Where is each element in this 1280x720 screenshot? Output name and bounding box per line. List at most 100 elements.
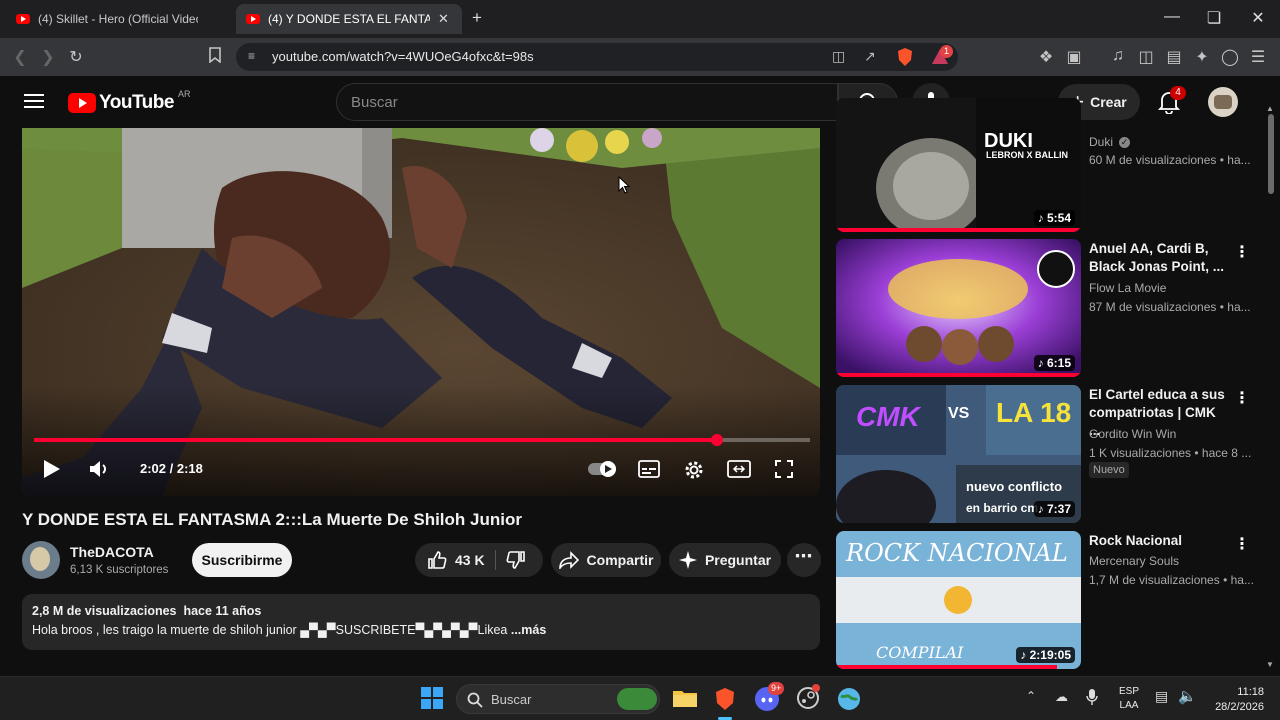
site-info-icon[interactable]: ≡: [248, 49, 255, 63]
play-icon: [44, 460, 60, 478]
scrollbar-thumb[interactable]: [1268, 114, 1274, 194]
time-display: 2:02 / 2:18: [140, 461, 203, 476]
app-globe-icon[interactable]: [836, 686, 862, 712]
back-icon[interactable]: ❮: [10, 47, 30, 67]
page-scrollbar[interactable]: ▲ ▼: [1266, 104, 1276, 674]
wallet-icon[interactable]: ▤: [1164, 47, 1184, 67]
clock[interactable]: 11:18 28/2/2026: [1208, 685, 1264, 715]
file-explorer-icon[interactable]: [672, 686, 698, 712]
microphone-tray-icon[interactable]: [1086, 688, 1098, 711]
thumbnail-vs-text: VS: [948, 405, 970, 422]
new-tab-button[interactable]: +: [472, 8, 482, 28]
like-button[interactable]: 43 K: [427, 550, 485, 570]
video-title[interactable]: Anuel AA, Cardi B, Black Jonas Point, ..…: [1089, 240, 1229, 276]
progress-scrubber[interactable]: [710, 434, 723, 446]
play-button[interactable]: [42, 458, 62, 485]
brave-rewards-icon[interactable]: 1: [930, 45, 953, 72]
channel-name[interactable]: TheDACOTA: [70, 544, 154, 560]
video-thumbnail[interactable]: CMK VS LA 18 nuevo conflicto en barrio c…: [836, 385, 1081, 523]
screenshot-icon[interactable]: ▣: [1064, 47, 1084, 67]
close-tab-icon[interactable]: ✕: [438, 11, 449, 27]
scroll-up-icon[interactable]: ▲: [1266, 104, 1274, 113]
scroll-down-icon[interactable]: ▼: [1266, 660, 1274, 669]
channel-name[interactable]: Mercenary Souls: [1089, 554, 1179, 568]
vpn-icon[interactable]: ◯: [1220, 47, 1240, 67]
show-more-link[interactable]: ...más: [511, 623, 546, 637]
brave-shields-icon[interactable]: [896, 47, 914, 72]
restore-icon[interactable]: ❏: [1194, 8, 1234, 28]
share-button[interactable]: Compartir: [551, 543, 661, 577]
more-options-icon[interactable]: ⋮: [1234, 242, 1250, 262]
account-avatar[interactable]: [1208, 87, 1238, 117]
forward-icon[interactable]: ❯: [38, 47, 58, 67]
autoplay-toggle[interactable]: [588, 460, 618, 483]
channel-name[interactable]: Gordito Win Win: [1089, 427, 1176, 441]
start-button[interactable]: [420, 686, 446, 712]
minimize-icon[interactable]: —: [1152, 8, 1192, 26]
dislike-button[interactable]: [506, 550, 526, 573]
close-window-icon[interactable]: ✕: [1238, 8, 1278, 28]
youtube-logo[interactable]: YouTube AR: [68, 89, 190, 114]
more-actions-button[interactable]: ⋯: [787, 543, 821, 577]
recommendation-item[interactable]: DUKI LEBRON X BALLIN ♪ 5:54 Duki ✓ 60 M …: [836, 98, 1256, 236]
hamburger-menu-icon[interactable]: [24, 93, 44, 114]
clock-date: 28/2/2026: [1215, 701, 1264, 713]
create-label: Crear: [1090, 94, 1127, 110]
notifications-button[interactable]: 4: [1157, 86, 1186, 119]
tab-title: (4) Skillet - Hero (Official Video) - Yo…: [38, 12, 198, 26]
address-bar[interactable]: ≡ youtube.com/watch?v=4WUOeG4ofxc&t=98s …: [236, 43, 958, 71]
brave-browser-icon[interactable]: [712, 686, 738, 720]
cast-icon[interactable]: ◫: [832, 48, 845, 65]
subtitles-button[interactable]: [638, 460, 660, 483]
settings-button[interactable]: [683, 459, 705, 486]
volume-button[interactable]: [88, 459, 110, 484]
browser-tab-fantasma[interactable]: (4) Y DONDE ESTA EL FANTASMA ✕: [236, 4, 462, 34]
video-thumbnail[interactable]: DUKI LEBRON X BALLIN ♪ 5:54: [836, 98, 1081, 232]
network-icon[interactable]: ▤: [1155, 688, 1168, 705]
channel-name[interactable]: Duki ✓: [1089, 135, 1131, 149]
leo-ai-icon[interactable]: ✦: [1192, 47, 1212, 67]
share-label: Compartir: [586, 552, 654, 568]
watched-progress-bar: [836, 665, 1057, 669]
more-options-icon[interactable]: ⋮: [1234, 388, 1250, 408]
tray-overflow-icon[interactable]: ⌃: [1026, 689, 1036, 703]
description-box[interactable]: 2,8 M de visualizaciones hace 11 años Ho…: [22, 594, 820, 650]
recommendation-item[interactable]: CMK VS LA 18 nuevo conflicto en barrio c…: [836, 385, 1256, 523]
taskbar-search[interactable]: Buscar: [456, 684, 660, 714]
steam-icon[interactable]: [796, 684, 822, 712]
video-title[interactable]: Rock Nacional: [1089, 532, 1229, 550]
reload-icon[interactable]: ↻: [66, 47, 86, 67]
channel-avatar[interactable]: [22, 541, 60, 579]
subscribe-button[interactable]: Suscribirme: [192, 543, 292, 577]
video-thumbnail[interactable]: ♪ 6:15: [836, 239, 1081, 377]
media-icon[interactable]: ♫: [1108, 47, 1128, 65]
more-options-icon[interactable]: ⋮: [1234, 534, 1250, 554]
language-indicator[interactable]: ESP LAA: [1119, 685, 1139, 713]
recommendation-item[interactable]: ♪ 6:15 Anuel AA, Cardi B, Black Jonas Po…: [836, 239, 1256, 377]
menu-icon[interactable]: ☰: [1248, 47, 1268, 67]
browser-tab-skillet[interactable]: (4) Skillet - Hero (Official Video) - Yo…: [6, 4, 232, 34]
video-thumbnail[interactable]: ROCK NACIONAL COMPILAI ♪ 2:19:05: [836, 531, 1081, 669]
speaker-icon[interactable]: 🔈: [1178, 687, 1197, 705]
taskbar-search-placeholder: Buscar: [491, 692, 532, 707]
video-player[interactable]: 2:02 / 2:18: [22, 128, 820, 496]
theater-mode-button[interactable]: [727, 460, 751, 483]
search-input[interactable]: Buscar: [336, 83, 838, 121]
gear-icon: [685, 461, 703, 479]
progress-track[interactable]: [34, 434, 810, 446]
discord-icon[interactable]: 9+: [754, 682, 785, 712]
extensions-icon[interactable]: ❖: [1036, 47, 1056, 67]
discord-badge: 9+: [768, 682, 785, 695]
fullscreen-button[interactable]: [774, 459, 794, 484]
thumbnail-caption-1: nuevo conflicto: [966, 479, 1063, 494]
alert-badge: 1: [940, 45, 953, 58]
share-icon[interactable]: ↗: [864, 48, 876, 65]
cloud-tray-icon[interactable]: ☁: [1055, 689, 1068, 705]
channel-name[interactable]: Flow La Movie: [1089, 281, 1166, 295]
ask-button[interactable]: Preguntar: [669, 543, 781, 577]
sidebar-icon[interactable]: ◫: [1136, 47, 1156, 67]
recommendation-item[interactable]: ROCK NACIONAL COMPILAI ♪ 2:19:05 Rock Na…: [836, 531, 1256, 669]
volume-icon: [90, 461, 106, 477]
search-icon: [467, 692, 483, 708]
bookmark-icon[interactable]: [205, 47, 225, 68]
